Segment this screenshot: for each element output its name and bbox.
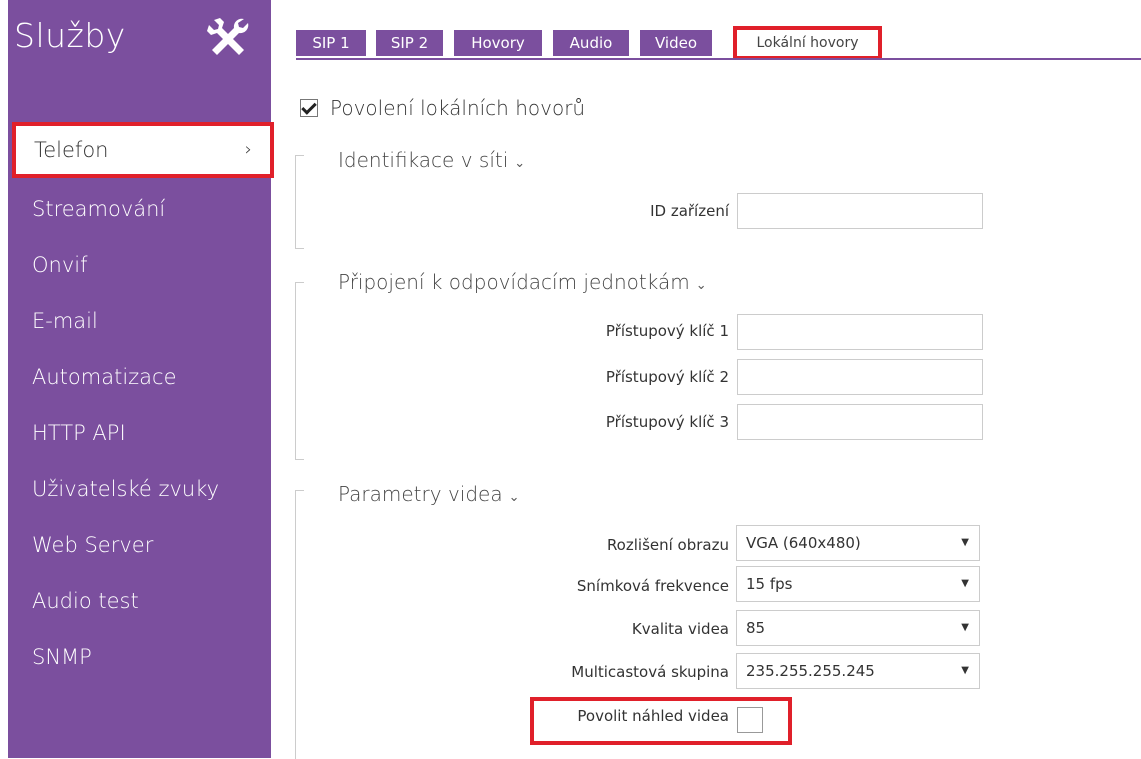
sidebar: Služby Telefon › Streamování Onvif E-mai… xyxy=(8,0,274,758)
sidebar-item-streamovani[interactable]: Streamování xyxy=(8,181,271,237)
sidebar-item-label: Streamování xyxy=(32,197,166,221)
sidebar-item-onvif[interactable]: Onvif xyxy=(8,237,271,293)
access-key-1-label: Přístupový klíč 1 xyxy=(605,322,729,340)
tab-lokalni-hovory[interactable]: Lokální hovory xyxy=(733,26,882,60)
section-title-label: Identifikace v síti xyxy=(338,148,509,172)
multicast-value: 235.255.255.245 xyxy=(746,662,875,680)
section-title-video[interactable]: Parametry videa ⌄ xyxy=(338,482,520,506)
sidebar-item-telefon[interactable]: Telefon › xyxy=(12,122,274,178)
dropdown-arrow-icon: ▼ xyxy=(961,665,969,676)
resolution-label: Rozlišení obrazu xyxy=(606,536,729,554)
quality-value: 85 xyxy=(746,619,766,637)
chevron-down-icon: ⌄ xyxy=(514,156,526,171)
framerate-label: Snímková frekvence xyxy=(576,577,729,595)
access-key-1-input[interactable] xyxy=(737,314,983,350)
sidebar-item-label: Audio test xyxy=(32,589,139,613)
sidebar-item-email[interactable]: E-mail xyxy=(8,293,271,349)
sidebar-item-automatizace[interactable]: Automatizace xyxy=(8,349,271,405)
section-bracket xyxy=(295,282,304,460)
video-preview-label: Povolit náhled videa xyxy=(577,707,729,725)
sidebar-item-label: Automatizace xyxy=(32,365,177,389)
tab-sip2[interactable]: SIP 2 xyxy=(376,30,443,56)
sidebar-item-label: E-mail xyxy=(32,309,98,333)
section-bracket xyxy=(295,155,304,249)
enable-local-calls-label: Povolení lokálních hovorů xyxy=(330,96,586,120)
enable-local-calls-row: Povolení lokálních hovorů xyxy=(300,96,585,120)
chevron-down-icon: ⌄ xyxy=(695,278,707,293)
section-bracket xyxy=(295,490,304,759)
multicast-label: Multicastová skupina xyxy=(571,663,729,681)
sidebar-title: Služby xyxy=(14,16,126,55)
sidebar-item-http-api[interactable]: HTTP API xyxy=(8,405,271,461)
tab-audio[interactable]: Audio xyxy=(553,30,629,56)
resolution-select[interactable]: VGA (640x480) ▼ xyxy=(736,525,980,561)
section-title-label: Připojení k odpovídacím jednotkám xyxy=(338,270,690,294)
access-key-3-input[interactable] xyxy=(737,404,983,440)
section-title-responders[interactable]: Připojení k odpovídacím jednotkám ⌄ xyxy=(338,270,707,294)
tab-video[interactable]: Video xyxy=(640,30,712,56)
tab-hovory[interactable]: Hovory xyxy=(454,30,542,56)
device-id-input[interactable] xyxy=(737,193,983,229)
sidebar-item-uzivatelske-zvuky[interactable]: Uživatelské zvuky xyxy=(8,461,271,517)
sidebar-item-web-server[interactable]: Web Server xyxy=(8,517,271,573)
tools-icon xyxy=(207,18,249,55)
sidebar-item-snmp[interactable]: SNMP xyxy=(8,629,271,685)
sidebar-item-label: Uživatelské zvuky xyxy=(32,477,220,501)
multicast-select[interactable]: 235.255.255.245 ▼ xyxy=(736,653,980,689)
tab-underline xyxy=(296,58,1141,60)
video-preview-checkbox[interactable] xyxy=(737,707,763,733)
section-title-network[interactable]: Identifikace v síti ⌄ xyxy=(338,148,525,172)
framerate-value: 15 fps xyxy=(746,575,793,593)
chevron-right-icon: › xyxy=(244,139,252,160)
sidebar-item-label: SNMP xyxy=(32,645,92,669)
quality-select[interactable]: 85 ▼ xyxy=(736,610,980,646)
resolution-value: VGA (640x480) xyxy=(746,534,861,552)
access-key-2-label: Přístupový klíč 2 xyxy=(605,368,729,386)
framerate-select[interactable]: 15 fps ▼ xyxy=(736,566,980,602)
sidebar-item-label: HTTP API xyxy=(32,421,126,445)
access-key-3-label: Přístupový klíč 3 xyxy=(605,413,729,431)
sidebar-item-audio-test[interactable]: Audio test xyxy=(8,573,271,629)
dropdown-arrow-icon: ▼ xyxy=(961,622,969,633)
dropdown-arrow-icon: ▼ xyxy=(961,537,969,548)
sidebar-item-label: Onvif xyxy=(32,253,88,277)
sidebar-item-label: Web Server xyxy=(32,533,154,557)
section-title-label: Parametry videa xyxy=(338,482,503,506)
device-id-label: ID zařízení xyxy=(650,202,729,220)
sidebar-item-label: Telefon xyxy=(34,138,109,162)
tab-sip1[interactable]: SIP 1 xyxy=(296,30,366,56)
dropdown-arrow-icon: ▼ xyxy=(961,578,969,589)
chevron-down-icon: ⌄ xyxy=(508,490,520,505)
enable-local-calls-checkbox[interactable] xyxy=(300,99,318,117)
quality-label: Kvalita videa xyxy=(631,620,729,638)
access-key-2-input[interactable] xyxy=(737,359,983,395)
